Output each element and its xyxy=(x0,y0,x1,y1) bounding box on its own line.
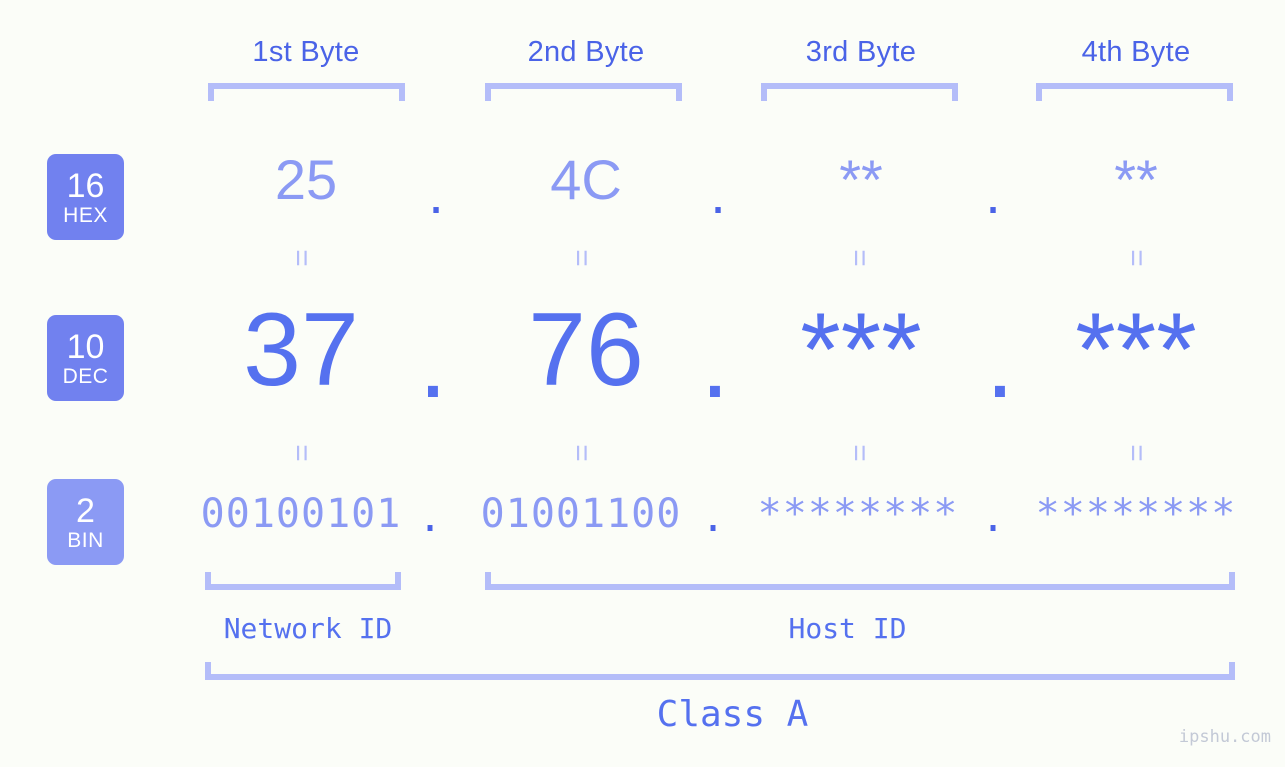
byte-bracket-4 xyxy=(1036,83,1233,101)
hex-byte-3-value: ** xyxy=(839,148,883,211)
equals-sign-dec-bin-3: = xyxy=(843,444,876,462)
dec-byte-1-value: 37 xyxy=(243,292,359,408)
hex-byte-2-value: 4C xyxy=(550,148,622,211)
hex-separator-1: . xyxy=(428,162,444,225)
base-badge-bin-abbr: BIN xyxy=(67,528,104,552)
base-badge-hex-abbr: HEX xyxy=(63,203,108,227)
equals-sign-dec-bin-4: = xyxy=(1120,444,1153,462)
network-id-label: Network ID xyxy=(223,612,393,645)
bin-separator-1: . xyxy=(417,495,443,541)
bin-byte-1-value: 00100101 xyxy=(200,491,402,537)
equals-sign-dec-bin-1: = xyxy=(285,444,318,462)
host-id-bracket xyxy=(485,572,1235,590)
address-class-label: Class A xyxy=(656,694,809,735)
base-badge-bin-number: 2 xyxy=(76,491,95,530)
equals-sign-hex-dec-1: = xyxy=(285,249,318,267)
ip-byte-breakdown-diagram: 1st Byte 2nd Byte 3rd Byte 4th Byte 16 H… xyxy=(0,0,1285,767)
equals-sign-hex-dec-2: = xyxy=(565,249,598,267)
hex-byte-4-value: ** xyxy=(1114,148,1158,211)
byte-bracket-1 xyxy=(208,83,405,101)
base-badge-hex: 16 HEX xyxy=(47,154,124,240)
watermark: ipshu.com xyxy=(1178,727,1271,747)
network-id-bracket xyxy=(205,572,401,590)
byte-bracket-2 xyxy=(485,83,682,101)
base-badge-hex-number: 16 xyxy=(66,166,105,205)
hex-separator-3: . xyxy=(985,162,1001,225)
byte-header-2: 2nd Byte xyxy=(527,36,645,68)
bin-byte-4-value: ******** xyxy=(1035,491,1237,537)
dec-byte-2-value: 76 xyxy=(528,292,644,408)
byte-bracket-3 xyxy=(761,83,958,101)
byte-header-1: 1st Byte xyxy=(252,36,360,68)
class-bracket xyxy=(205,662,1235,680)
bin-byte-2-value: 01001100 xyxy=(480,491,682,537)
host-id-label: Host ID xyxy=(788,612,907,645)
bin-byte-3-value: ******** xyxy=(757,491,959,537)
bin-separator-2: . xyxy=(700,495,726,541)
hex-separator-2: . xyxy=(710,162,726,225)
equals-sign-dec-bin-2: = xyxy=(565,444,598,462)
base-badge-bin: 2 BIN xyxy=(47,479,124,565)
dec-byte-3-value: *** xyxy=(800,292,922,408)
equals-sign-hex-dec-3: = xyxy=(843,249,876,267)
base-badge-dec-number: 10 xyxy=(66,327,105,366)
equals-sign-hex-dec-4: = xyxy=(1120,249,1153,267)
dec-byte-4-value: *** xyxy=(1075,292,1197,408)
bin-separator-3: . xyxy=(980,495,1006,541)
byte-header-4: 4th Byte xyxy=(1081,36,1191,68)
byte-header-3: 3rd Byte xyxy=(805,36,917,68)
dec-separator-1: . xyxy=(418,304,448,420)
hex-byte-1-value: 25 xyxy=(274,148,338,211)
base-badge-dec: 10 DEC xyxy=(47,315,124,401)
base-badge-dec-abbr: DEC xyxy=(62,364,109,388)
